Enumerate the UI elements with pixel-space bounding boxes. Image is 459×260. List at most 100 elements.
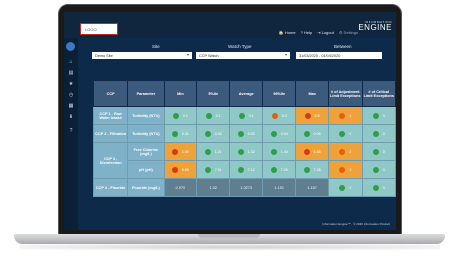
- nav-logout[interactable]: ⇥ Logout: [317, 30, 334, 35]
- value-cell[interactable]: 0.970: [163, 178, 198, 197]
- grid-icon[interactable]: ▦: [68, 103, 74, 109]
- status-dot-icon: [171, 130, 178, 137]
- count-text: 0: [349, 185, 352, 190]
- app-screen: LOGO 🏠 Home ? Help ⇥ Logout ⚙ Settings I…: [64, 12, 396, 230]
- parameter-cell: Turbidity (NTU): [127, 124, 165, 143]
- value-cell[interactable]: 0.1: [163, 106, 198, 125]
- laptop-notch: [198, 234, 260, 238]
- count-text: 0: [382, 185, 385, 190]
- critical-exceptions-cell[interactable]: 0: [361, 124, 396, 143]
- chevron-down-icon: ▾: [186, 52, 189, 57]
- star-icon[interactable]: ★: [68, 81, 74, 87]
- top-nav: 🏠 Home ? Help ⇥ Logout ⚙ Settings: [279, 30, 358, 35]
- parameter-cell: pH (pH): [127, 160, 165, 179]
- date-range-input[interactable]: 31/03/2020 - 01/04/2020: [296, 52, 382, 59]
- ccp-cell: CCP 3 - Disinfection: [92, 142, 129, 179]
- status-dot-icon: [172, 112, 179, 119]
- value-cell[interactable]: 1.0273: [229, 178, 264, 197]
- count-text: 0: [382, 113, 385, 118]
- adjustment-exceptions-cell[interactable]: 2: [328, 142, 363, 161]
- value-cell[interactable]: 0.04: [262, 124, 297, 143]
- value-text: 0.3: [281, 113, 287, 118]
- value-cell[interactable]: 0.06: [295, 124, 330, 143]
- status-dot-icon: [237, 148, 244, 155]
- download-icon[interactable]: ⬇: [68, 114, 74, 120]
- status-dot-icon: [204, 130, 211, 137]
- adjustment-exceptions-cell[interactable]: 1: [328, 160, 363, 179]
- status-dot-icon: [271, 112, 278, 119]
- col-critical-exceptions: # of Critical Limit Exceptions: [361, 80, 396, 107]
- value-text: 0.01: [181, 131, 189, 136]
- chart-icon[interactable]: ▤: [68, 70, 74, 76]
- site-select[interactable]: Demo Site ▾: [92, 52, 192, 59]
- value-cell[interactable]: 7.12: [229, 160, 264, 179]
- value-cell[interactable]: 1.157: [295, 178, 330, 197]
- watch-type-select[interactable]: CCP Watch ▾: [196, 52, 290, 59]
- value-cell[interactable]: 0.1: [229, 106, 264, 125]
- value-cell[interactable]: 1.44: [262, 142, 297, 161]
- ccp-table: CCP Parameter Min 5%ile Average 95%ile M…: [92, 80, 396, 197]
- value-text: 0.1: [182, 113, 188, 118]
- value-cell[interactable]: 0.02: [196, 124, 231, 143]
- adjustment-exceptions-cell[interactable]: 0: [328, 124, 363, 143]
- status-dot-icon: [238, 112, 245, 119]
- table-row: CCP 1 - Raw Water Intake Turbidity (NTU) 0…: [92, 106, 396, 125]
- value-cell[interactable]: 1.32: [229, 142, 264, 161]
- clock-icon[interactable]: ◷: [68, 92, 74, 98]
- value-text: 1.0273: [240, 185, 253, 190]
- critical-exceptions-cell[interactable]: 0: [361, 142, 396, 161]
- home-icon[interactable]: ⌂: [68, 59, 74, 65]
- value-cell[interactable]: 1.00: [163, 142, 198, 161]
- value-cell[interactable]: 7.26: [262, 160, 297, 179]
- adjustment-exceptions-cell[interactable]: 0: [328, 178, 363, 197]
- value-cell[interactable]: 7.01: [196, 160, 231, 179]
- col-average: Average: [229, 80, 264, 107]
- critical-exceptions-cell[interactable]: 0: [361, 106, 396, 125]
- value-cell[interactable]: 6.95: [163, 160, 198, 179]
- col-95pct: 95%ile: [262, 80, 297, 107]
- status-dot-icon: [372, 148, 379, 155]
- brand-logo: INFORMATION ENGINE: [358, 20, 392, 32]
- status-dot-icon: [339, 148, 346, 155]
- value-text: 1.157: [307, 185, 317, 190]
- nav-help[interactable]: ? Help: [301, 30, 313, 35]
- value-text: 0.04: [280, 131, 288, 136]
- value-cell[interactable]: 1.02: [196, 178, 231, 197]
- status-dot-icon: [339, 130, 346, 137]
- value-cell[interactable]: 0.01: [163, 124, 198, 143]
- value-cell[interactable]: 1.151: [262, 178, 297, 197]
- value-cell[interactable]: 7.35: [295, 160, 330, 179]
- value-cell[interactable]: 1.55: [295, 142, 330, 161]
- value-cell[interactable]: 0.5: [295, 106, 330, 125]
- status-dot-icon: [204, 148, 211, 155]
- status-dot-icon: [303, 166, 310, 173]
- status-dot-icon: [237, 130, 244, 137]
- value-cell[interactable]: 1.21: [196, 142, 231, 161]
- count-text: 0: [382, 131, 385, 136]
- footer-text: Information Engine™ · © 2020 Information…: [322, 222, 390, 226]
- count-text: 1: [349, 113, 352, 118]
- sidebar: ⌂ ▤ ★ ◷ ▦ ⬇ ?: [64, 38, 78, 230]
- logo[interactable]: LOGO: [80, 23, 118, 35]
- critical-exceptions-cell[interactable]: 0: [361, 160, 396, 179]
- value-text: 1.55: [313, 149, 321, 154]
- table-row: CCP 4 - Fluoride Fluoride (mg/L) 0.970 1.02…: [92, 178, 396, 197]
- help-icon[interactable]: ?: [68, 128, 74, 134]
- status-dot-icon: [171, 166, 178, 173]
- status-dot-icon: [205, 112, 212, 119]
- value-text: 1.151: [274, 185, 285, 190]
- critical-exceptions-cell[interactable]: 0: [361, 178, 396, 197]
- value-cell[interactable]: 0.1: [196, 106, 231, 125]
- count-text: 0: [382, 149, 385, 154]
- value-cell[interactable]: 0.03: [229, 124, 264, 143]
- value-text: 0.5: [314, 113, 320, 118]
- col-parameter: Parameter: [127, 80, 165, 107]
- nav-settings[interactable]: ⚙ Settings: [339, 30, 358, 35]
- adjustment-exceptions-cell[interactable]: 1: [328, 106, 363, 125]
- nav-home[interactable]: 🏠 Home: [279, 30, 296, 35]
- count-text: 2: [349, 149, 352, 154]
- value-cell[interactable]: 0.3: [262, 106, 297, 125]
- between-label: Between: [334, 44, 352, 49]
- avatar[interactable]: [66, 42, 75, 51]
- status-dot-icon: [204, 166, 211, 173]
